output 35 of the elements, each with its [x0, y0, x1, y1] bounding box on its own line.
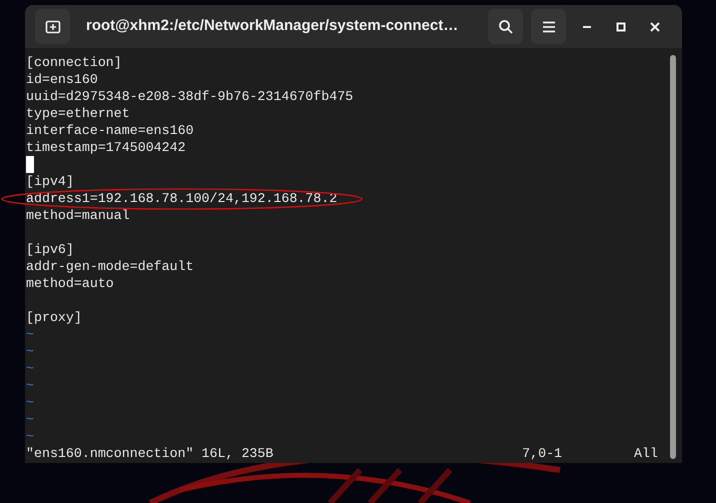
code-line: timestamp=1745004242	[26, 140, 186, 155]
empty-line-marker: ~	[26, 344, 34, 359]
new-tab-icon	[44, 18, 60, 34]
menu-icon	[542, 20, 556, 34]
scroll-position: All	[634, 445, 658, 462]
maximize-icon	[616, 22, 626, 32]
code-line: uuid=d2975348-e208-38df-9b76-2314670fb475	[26, 89, 354, 104]
close-icon	[650, 22, 660, 32]
code-line: [proxy]	[26, 310, 82, 325]
code-line: id=ens160	[26, 72, 98, 87]
window-title: root@xhm2:/etc/NetworkManager/system-connect…	[86, 16, 458, 36]
search-button[interactable]	[488, 9, 523, 44]
minimize-icon	[583, 26, 591, 28]
code-line: [connection]	[26, 55, 122, 70]
empty-line-marker: ~	[26, 361, 34, 376]
empty-line-marker: ~	[26, 412, 34, 427]
text-cursor	[26, 156, 34, 173]
scrollbar-thumb[interactable]	[670, 55, 676, 459]
code-line: interface-name=ens160	[26, 123, 194, 138]
code-line: method=manual	[26, 208, 130, 223]
search-icon	[498, 18, 514, 34]
code-line: [ipv4]	[26, 174, 74, 189]
code-line: method=auto	[26, 276, 114, 291]
code-line: [ipv6]	[26, 242, 74, 257]
code-line: addr-gen-mode=default	[26, 259, 194, 274]
code-line: address1=192.168.78.100/24,192.168.78.2	[26, 191, 338, 206]
empty-line-marker: ~	[26, 378, 34, 393]
new-tab-button[interactable]	[35, 9, 70, 44]
empty-line-marker: ~	[26, 429, 34, 444]
empty-line-marker: ~	[26, 327, 34, 342]
code-line: type=ethernet	[26, 106, 130, 121]
cursor-position: 7,0-1	[522, 445, 562, 462]
menu-button[interactable]	[531, 9, 566, 44]
empty-line-marker: ~	[26, 395, 34, 410]
status-file-info: "ens160.nmconnection" 16L, 235B	[26, 445, 274, 462]
